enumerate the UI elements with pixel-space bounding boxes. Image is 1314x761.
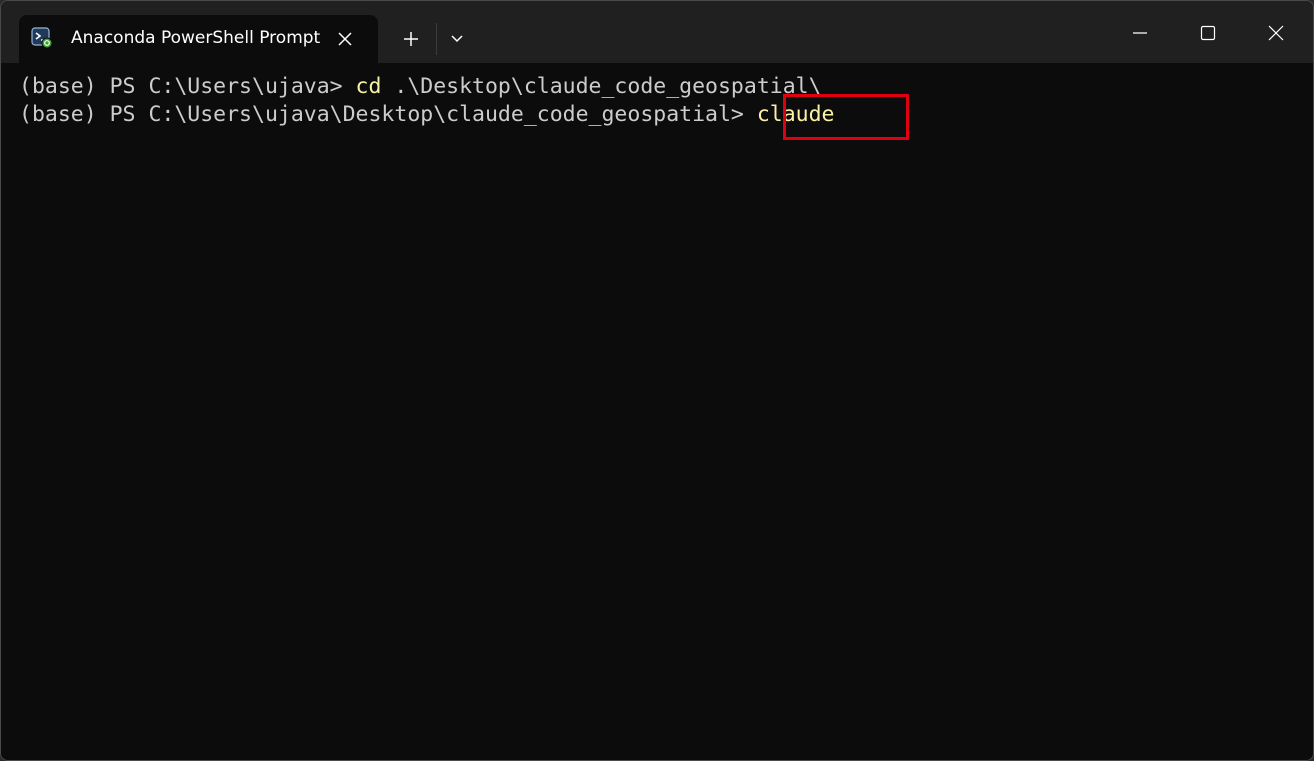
tab-close-button[interactable] — [333, 27, 357, 51]
prompt-text: (base) PS C:\Users\ujava\Desktop\claude_… — [19, 102, 757, 127]
terminal-output[interactable]: (base) PS C:\Users\ujava> cd .\Desktop\c… — [1, 63, 1313, 760]
prompt-text: (base) PS C:\Users\ujava> — [19, 74, 356, 99]
minimize-button[interactable] — [1117, 11, 1163, 55]
tab-anaconda-powershell[interactable]: Anaconda PowerShell Prompt — [19, 15, 378, 63]
maximize-button[interactable] — [1185, 11, 1231, 55]
close-icon — [338, 32, 352, 46]
highlight-annotation-box — [783, 94, 909, 140]
titlebar-divider — [436, 23, 437, 55]
minimize-icon — [1133, 32, 1147, 34]
plus-icon — [404, 32, 418, 46]
powershell-anaconda-icon — [31, 27, 53, 49]
terminal-line: (base) PS C:\Users\ujava> cd .\Desktop\c… — [19, 73, 1313, 101]
maximize-icon — [1200, 25, 1216, 41]
new-tab-button[interactable] — [393, 25, 429, 53]
command-args: .\Desktop\claude_code_geospatial\ — [381, 74, 822, 99]
close-icon — [1268, 25, 1284, 41]
terminal-line: (base) PS C:\Users\ujava\Desktop\claude_… — [19, 101, 1313, 129]
chevron-down-icon — [451, 35, 463, 43]
tab-dropdown-button[interactable] — [442, 25, 472, 53]
title-bar[interactable]: Anaconda PowerShell Prompt — [1, 1, 1313, 63]
command-text: cd — [355, 74, 382, 99]
close-window-button[interactable] — [1253, 11, 1299, 55]
terminal-window: Anaconda PowerShell Prompt (base) PS C:\… — [0, 0, 1314, 761]
tab-title: Anaconda PowerShell Prompt — [71, 28, 321, 48]
